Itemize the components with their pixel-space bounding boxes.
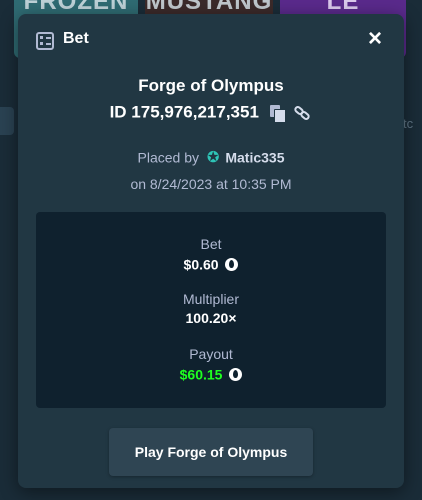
bet-amount-label: Bet xyxy=(200,236,222,252)
payout-value-row: $60.15 xyxy=(36,365,386,382)
link-icon[interactable] xyxy=(293,104,312,121)
game-name[interactable]: Forge of Olympus xyxy=(18,76,404,96)
bet-id: ID 175,976,217,351 xyxy=(109,102,259,122)
bet-stats-panel: Bet $0.60 Multiplier 100.20× Payout $60.… xyxy=(36,212,386,408)
bet-slip-icon xyxy=(36,32,54,50)
copy-icon[interactable] xyxy=(269,104,286,123)
multiplier-label: Multiplier xyxy=(182,291,239,307)
close-button[interactable]: × xyxy=(364,27,386,51)
placed-by-label: Placed by xyxy=(137,149,199,166)
placed-date: on 8/24/2023 at 10:35 PM xyxy=(130,176,292,192)
bet-id-row: ID 175,976,217,351 xyxy=(18,102,404,123)
payout-label: Payout xyxy=(189,346,233,362)
eos-coin-icon xyxy=(225,257,239,271)
placed-by-row: Placed by ✪ Matic335 xyxy=(18,148,404,166)
bet-amount-stat: Bet $0.60 xyxy=(36,236,386,272)
background-side-tab xyxy=(0,107,14,135)
payout-stat: Payout $60.15 xyxy=(36,346,386,382)
modal-title: Bet xyxy=(63,30,89,47)
eos-coin-icon xyxy=(229,367,243,381)
multiplier-value: 100.20× xyxy=(185,310,237,326)
play-game-button[interactable]: Play Forge of Olympus xyxy=(109,428,313,476)
username-link[interactable]: Matic335 xyxy=(225,149,284,165)
bet-amount-value-row: $0.60 xyxy=(36,255,386,272)
multiplier-stat: Multiplier 100.20× xyxy=(36,291,386,326)
bet-amount-value: $0.60 xyxy=(183,256,219,273)
background-side-text: tc xyxy=(403,116,414,131)
bet-details-modal: Bet × Forge of Olympus ID 175,976,217,35… xyxy=(18,14,404,488)
payout-value: $60.15 xyxy=(179,366,223,383)
modal-header: Bet × xyxy=(18,14,404,66)
vip-star-icon: ✪ xyxy=(206,149,220,167)
